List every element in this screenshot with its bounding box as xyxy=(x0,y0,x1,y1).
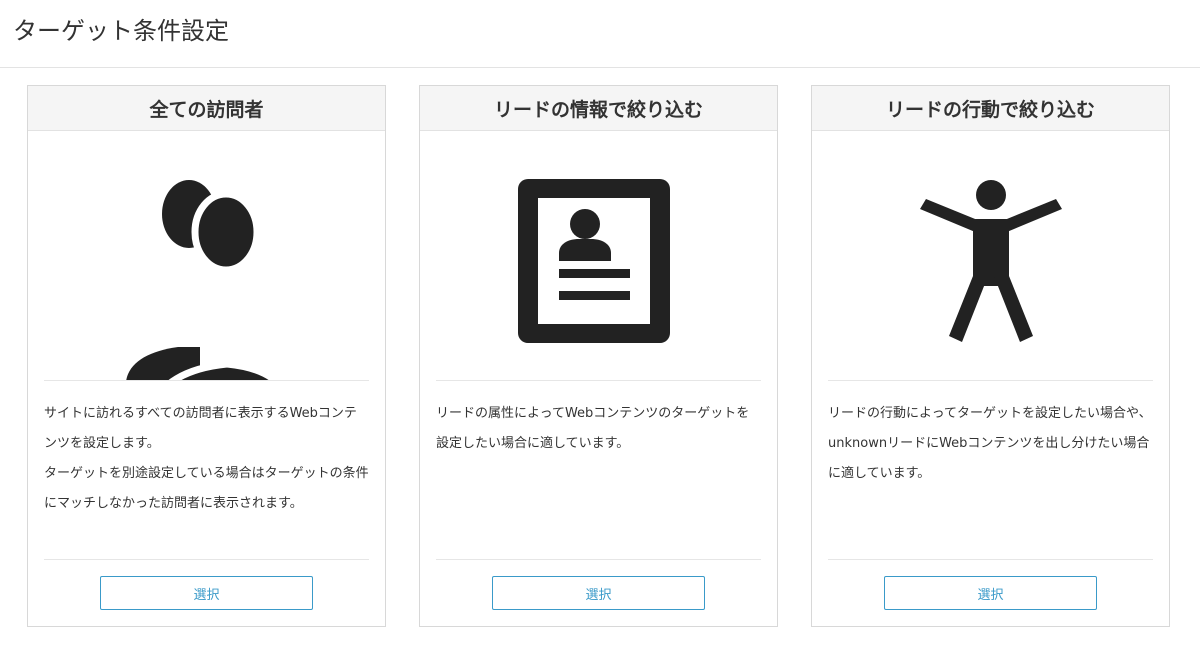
card-divider xyxy=(828,380,1153,381)
users-icon xyxy=(28,131,385,381)
description-line: リードの行動によってターゲットを設定したい場合や、unknownリードにWebコ… xyxy=(828,406,1152,481)
card-title: リードの情報で絞り込む xyxy=(493,98,703,121)
card-divider xyxy=(436,380,761,381)
description-line: サイトに訪れるすべての訪問者に表示するWebコンテンツを設定します。 xyxy=(44,406,357,451)
card-divider xyxy=(44,380,369,381)
card-description: リードの行動によってターゲットを設定したい場合や、unknownリードにWebコ… xyxy=(828,399,1153,489)
profile-card-icon xyxy=(420,131,777,381)
page-title: ターゲット条件設定 xyxy=(13,17,229,45)
card-divider xyxy=(828,559,1153,560)
card-header: リードの行動で絞り込む xyxy=(812,86,1169,131)
select-button[interactable]: 選択 xyxy=(100,576,313,610)
card-title: 全ての訪問者 xyxy=(149,98,264,121)
person-action-icon xyxy=(812,131,1169,381)
select-button[interactable]: 選択 xyxy=(492,576,705,610)
description-line: ターゲットを別途設定している場合はターゲットの条件にマッチしなかった訪問者に表示… xyxy=(44,466,369,511)
target-card-lead-action: リードの行動で絞り込む リードの行動によってターゲットを設定したい場合や、unk… xyxy=(811,85,1170,627)
card-description: リードの属性によってWebコンテンツのターゲットを設定したい場合に適しています。 xyxy=(436,399,761,459)
card-title: リードの行動で絞り込む xyxy=(885,98,1095,121)
card-divider xyxy=(436,559,761,560)
card-header: リードの情報で絞り込む xyxy=(420,86,777,131)
target-card-all-visitors: 全ての訪問者 サイトに訪れるすべての訪問者に表示するWebコンテンツを設定します… xyxy=(27,85,386,627)
page-header: ターゲット条件設定 xyxy=(0,0,1200,68)
target-card-lead-info: リードの情報で絞り込む リードの属性によってWebコンテンツのターゲットを設定し… xyxy=(419,85,778,627)
card-divider xyxy=(44,559,369,560)
select-button[interactable]: 選択 xyxy=(884,576,1097,610)
description-line: リードの属性によってWebコンテンツのターゲットを設定したい場合に適しています。 xyxy=(436,406,750,451)
card-description: サイトに訪れるすべての訪問者に表示するWebコンテンツを設定します。 ターゲット… xyxy=(44,399,369,519)
card-header: 全ての訪問者 xyxy=(28,86,385,131)
